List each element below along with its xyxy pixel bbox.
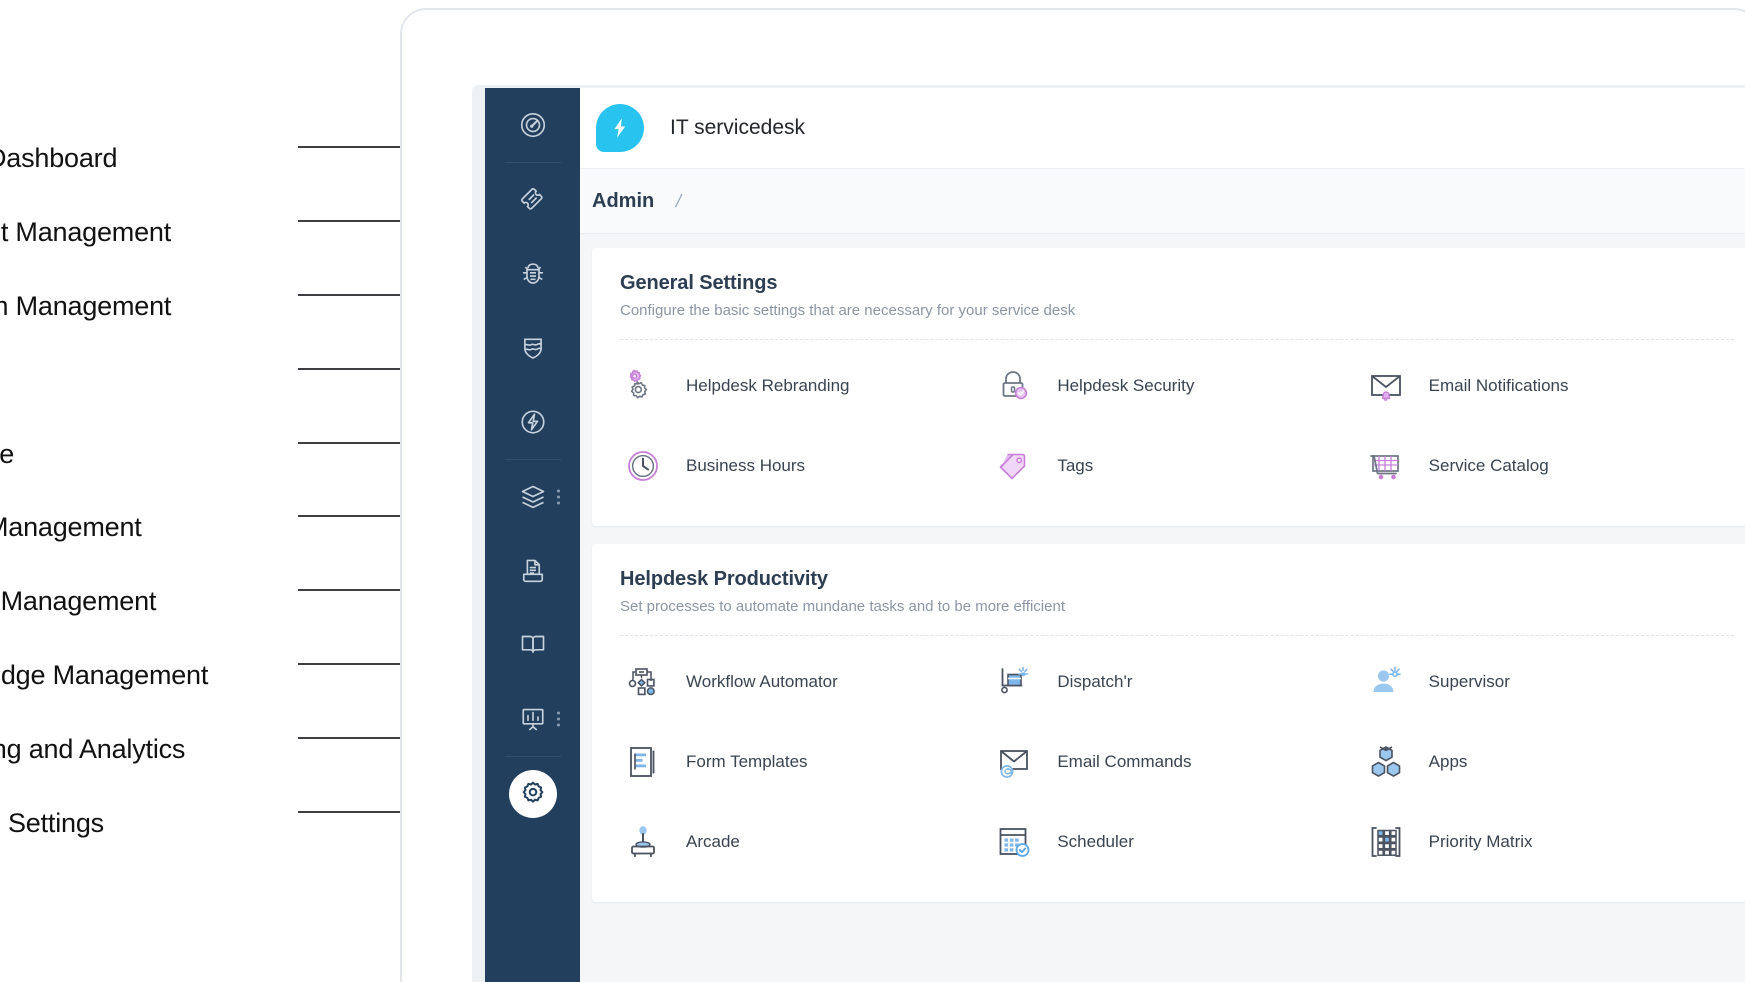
calendar-check-icon — [991, 819, 1037, 865]
settings-scroll-area: General Settings Configure the basic set… — [580, 234, 1745, 902]
tile-label: Priority Matrix — [1428, 832, 1533, 851]
tile-business-hours[interactable]: Business Hours — [620, 432, 991, 500]
annotation-label: m Management — [0, 291, 172, 321]
bug-icon — [518, 259, 548, 289]
tags-icon — [991, 443, 1037, 489]
tile-label: Business Hours — [686, 456, 806, 475]
tile-label: Helpdesk Security — [1057, 376, 1195, 395]
sidebar-item-change[interactable] — [485, 311, 580, 385]
tile-label: Form Templates — [686, 752, 808, 771]
breadcrumb-current[interactable]: Admin — [592, 190, 654, 213]
person-gear-icon — [1363, 659, 1409, 705]
tile-label: Scheduler — [1057, 832, 1134, 851]
sidebar-item-admin-settings[interactable] — [485, 757, 580, 831]
cart-dispatch-icon — [991, 659, 1037, 705]
screenshot-root: Dashboard nt Management m Management e s… — [0, 0, 1745, 982]
tile-supervisor[interactable]: Supervisor — [1363, 648, 1734, 716]
annotation-label: Dashboard — [0, 143, 118, 173]
tile-form-templates[interactable]: Form Templates — [620, 728, 991, 796]
contract-icon — [518, 556, 548, 586]
layers-icon — [518, 482, 548, 512]
annotation-label: edge Management — [0, 660, 209, 690]
section-title: General Settings — [620, 272, 778, 294]
sidebar-item-reporting-and-analytics[interactable] — [485, 682, 580, 756]
matrix-grid-icon — [1363, 819, 1409, 865]
overflow-dots-icon[interactable] — [557, 711, 560, 727]
app-window: IT servicedesk Admin / General Settings … — [580, 88, 1745, 982]
gauge-icon — [518, 110, 548, 140]
annotation-label: e — [0, 365, 1, 396]
tile-label: Dispatch'r — [1057, 672, 1133, 691]
joystick-icon — [620, 819, 666, 865]
analytics-board-icon — [518, 704, 548, 734]
annotation-label: ing and Analytics — [0, 734, 186, 764]
annotation-label: nt Management — [0, 217, 172, 247]
envelope-at-icon — [991, 739, 1037, 785]
tile-apps[interactable]: Apps — [1363, 728, 1734, 796]
tile-helpdesk-rebranding[interactable]: Helpdesk Rebranding — [620, 352, 991, 420]
gears-icon — [620, 363, 666, 409]
tile-tags[interactable]: Tags — [991, 432, 1362, 500]
tile-label: Apps — [1428, 752, 1468, 771]
tile-arcade[interactable]: Arcade — [620, 808, 991, 876]
book-icon — [518, 630, 548, 660]
tile-email-commands[interactable]: Email Commands — [991, 728, 1362, 796]
tile-dispatchr[interactable]: Dispatch'r — [991, 648, 1362, 716]
release-icon — [518, 407, 548, 437]
tile-label: Service Catalog — [1428, 456, 1549, 475]
page-title: IT servicedesk — [670, 116, 805, 139]
shopping-cart-icon — [1363, 443, 1409, 489]
tile-helpdesk-security[interactable]: Helpdesk Security — [991, 352, 1362, 420]
tile-label: Email Commands — [1057, 752, 1192, 771]
gear-icon — [518, 779, 548, 809]
tile-label: Workflow Automator — [686, 672, 838, 691]
tile-label: Tags — [1057, 456, 1094, 475]
settings-grid-productivity: Workflow Automator Dispatch'r Supervisor… — [620, 648, 1734, 876]
lock-check-icon — [991, 363, 1037, 409]
form-doc-icon — [620, 739, 666, 785]
settings-grid-general: Helpdesk Rebranding Helpdesk Security Em… — [620, 352, 1734, 500]
sidebar-item-contract-management[interactable] — [485, 534, 580, 608]
sidebar-item-asset-management[interactable] — [485, 460, 580, 534]
bolt-drop-logo — [596, 104, 644, 152]
flow-nodes-icon — [620, 659, 666, 705]
divider — [620, 635, 1734, 636]
sidebar-item-knowledge-management[interactable] — [485, 608, 580, 682]
sidebar-item-problem-management[interactable] — [485, 237, 580, 311]
sidebar-item-dashboard[interactable] — [485, 88, 580, 162]
section-subtitle: Set processes to automate mundane tasks … — [620, 598, 1065, 615]
breadcrumb: Admin / — [580, 169, 1745, 234]
card-helpdesk-productivity: Helpdesk Productivity Set processes to a… — [592, 544, 1745, 902]
sidebar-item-release[interactable] — [485, 385, 580, 459]
ticket-icon — [518, 185, 548, 215]
clock-icon — [620, 443, 666, 489]
sidebar-item-incident-management[interactable] — [485, 163, 580, 237]
annotation-label: se — [0, 439, 15, 469]
top-bar: IT servicedesk — [580, 88, 1745, 169]
tile-label: Email Notifications — [1428, 376, 1569, 395]
tile-email-notifications[interactable]: Email Notifications — [1363, 352, 1734, 420]
annotation-label: Settings — [8, 808, 104, 838]
tile-label: Helpdesk Rebranding — [686, 376, 850, 395]
tile-workflow-automator[interactable]: Workflow Automator — [620, 648, 991, 716]
section-title: Helpdesk Productivity — [620, 568, 828, 590]
annotation-label: t Management — [0, 586, 157, 616]
tile-priority-matrix[interactable]: Priority Matrix — [1363, 808, 1734, 876]
tile-label: Arcade — [686, 832, 740, 851]
nav-rail — [485, 88, 580, 982]
divider — [620, 339, 1734, 340]
shield-change-icon — [518, 333, 548, 363]
cubes-icon — [1363, 739, 1409, 785]
overflow-dots-icon[interactable] — [557, 489, 560, 505]
annotation-label: Management — [0, 512, 142, 542]
card-general-settings: General Settings Configure the basic set… — [592, 248, 1745, 526]
breadcrumb-separator: / — [674, 190, 684, 211]
tile-scheduler[interactable]: Scheduler — [991, 808, 1362, 876]
section-subtitle: Configure the basic settings that are ne… — [620, 302, 1076, 319]
tile-label: Supervisor — [1428, 672, 1510, 691]
tile-service-catalog[interactable]: Service Catalog — [1363, 432, 1734, 500]
envelope-bell-icon — [1363, 363, 1409, 409]
